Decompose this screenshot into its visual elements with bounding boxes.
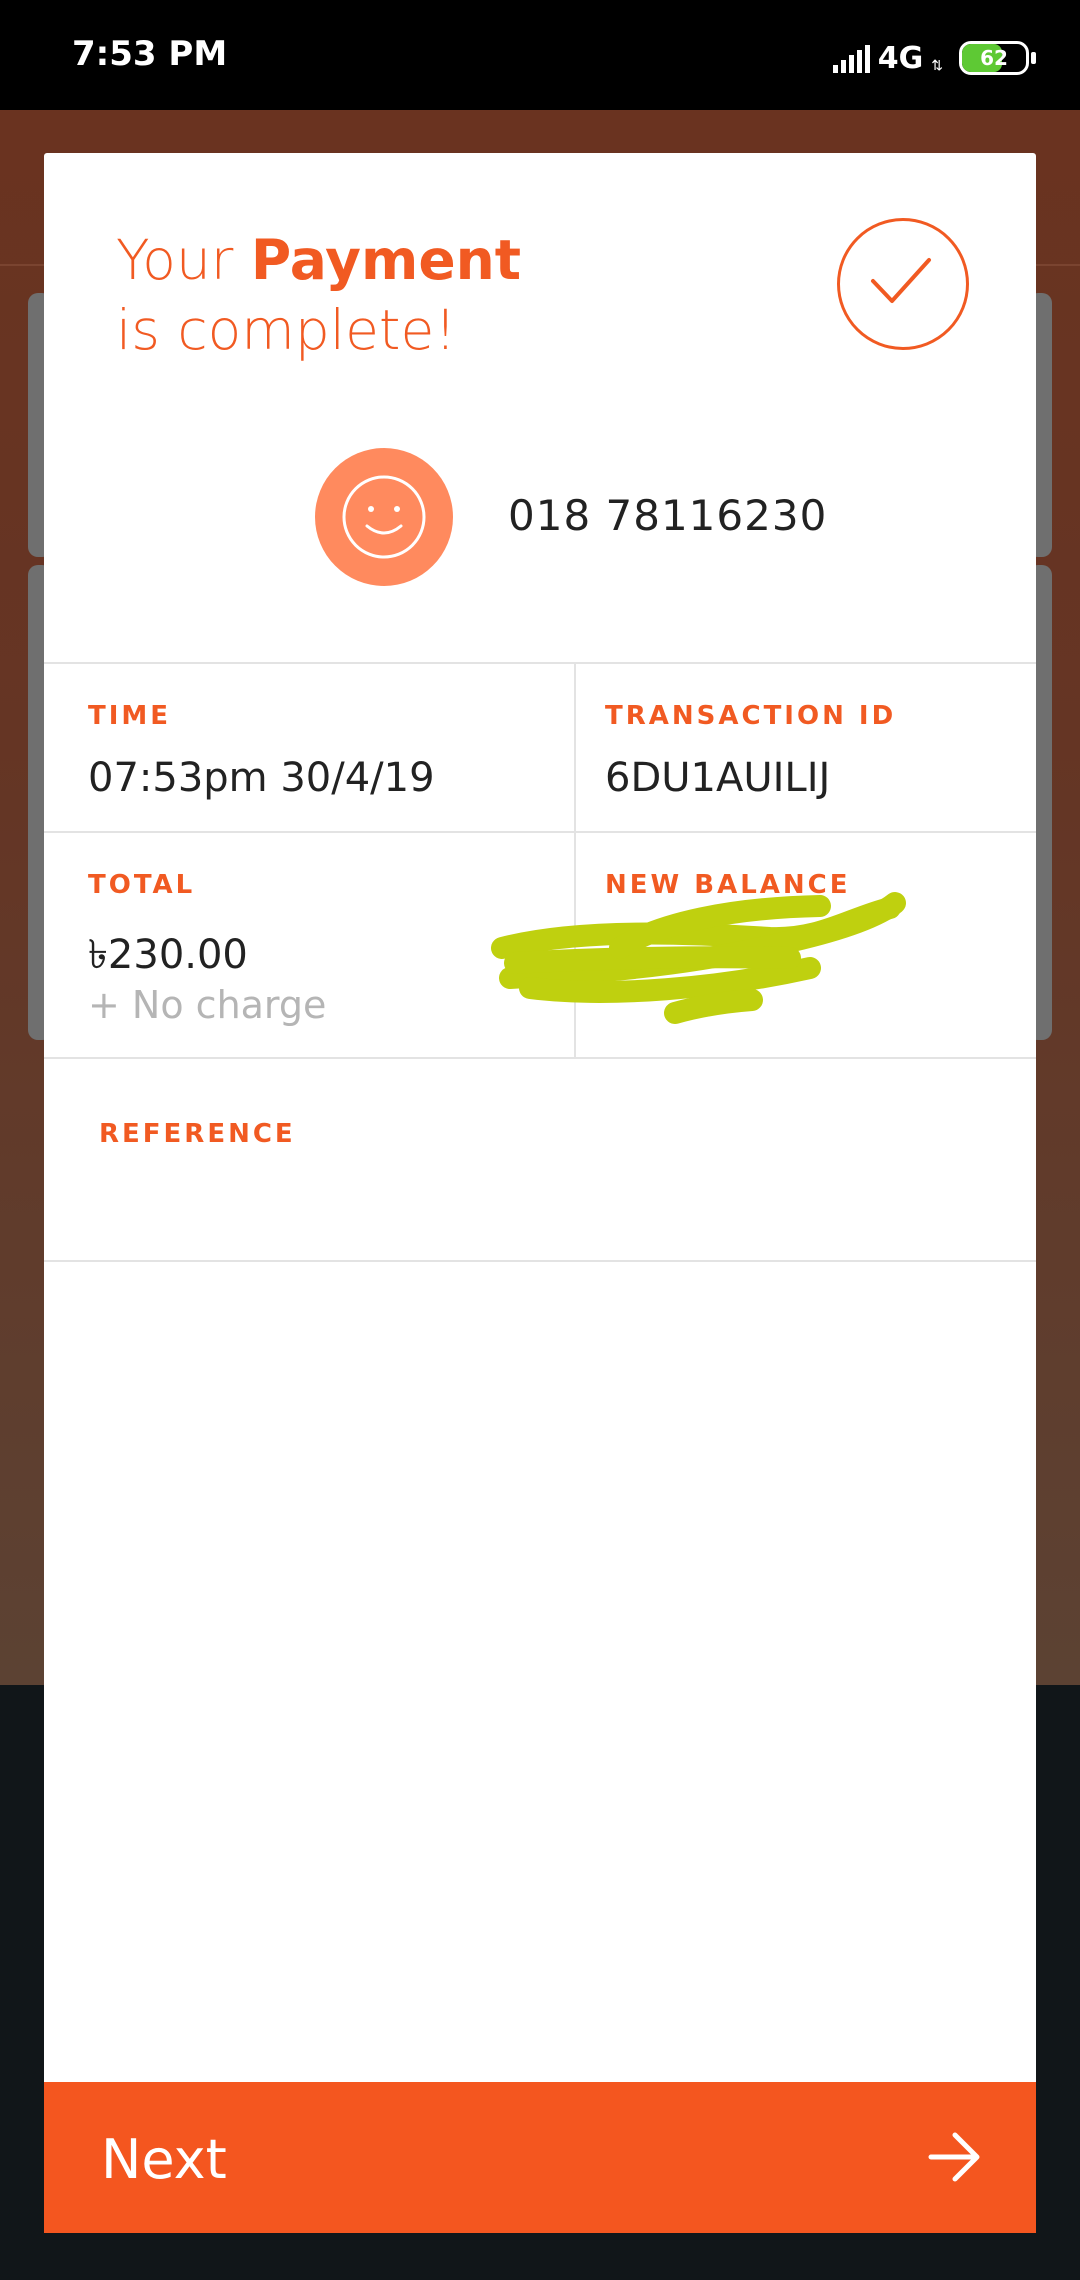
next-button-label: Next <box>101 2128 227 2191</box>
time-label: TIME <box>88 701 172 731</box>
data-activity-icon: ⇅ <box>931 56 943 73</box>
arrow-right-icon <box>928 2132 980 2182</box>
divider <box>44 1260 1036 1262</box>
battery-tip <box>1031 52 1036 64</box>
title-suffix: is complete! <box>116 298 457 362</box>
avatar <box>315 448 453 586</box>
total-label: TOTAL <box>88 870 196 900</box>
dialog-title: Your Payment is complete! <box>116 225 521 365</box>
battery-level: 62 <box>980 46 1008 70</box>
redaction-scribble <box>491 892 906 1024</box>
status-bar: 7:53 PM 4G ⇅ 62 <box>0 0 1080 110</box>
title-prefix: Your <box>116 228 251 292</box>
smiley-icon <box>342 475 426 559</box>
recipient-number: 018 78116230 <box>508 491 828 540</box>
total-value: ৳230.00 <box>88 932 248 978</box>
divider <box>44 831 1036 833</box>
transaction-id-value: 6DU1AUILIJ <box>605 755 831 801</box>
battery-icon: 62 <box>959 41 1029 75</box>
time-value: 07:53pm 30/4/19 <box>88 755 435 801</box>
payment-complete-dialog: Your Payment is complete! 018 78116230 T… <box>44 153 1036 2233</box>
charge-note: + No charge <box>88 983 327 1027</box>
transaction-id-label: TRANSACTION ID <box>605 701 897 731</box>
divider <box>44 662 1036 664</box>
reference-label: REFERENCE <box>99 1119 296 1149</box>
status-indicators: 4G ⇅ 62 <box>832 36 1036 80</box>
network-type: 4G <box>877 40 924 76</box>
check-icon <box>837 218 969 350</box>
signal-icon <box>832 43 870 73</box>
status-time: 7:53 PM <box>72 34 228 74</box>
divider <box>44 1057 1036 1059</box>
next-button[interactable]: Next <box>44 2082 1036 2233</box>
title-bold: Payment <box>250 228 522 292</box>
